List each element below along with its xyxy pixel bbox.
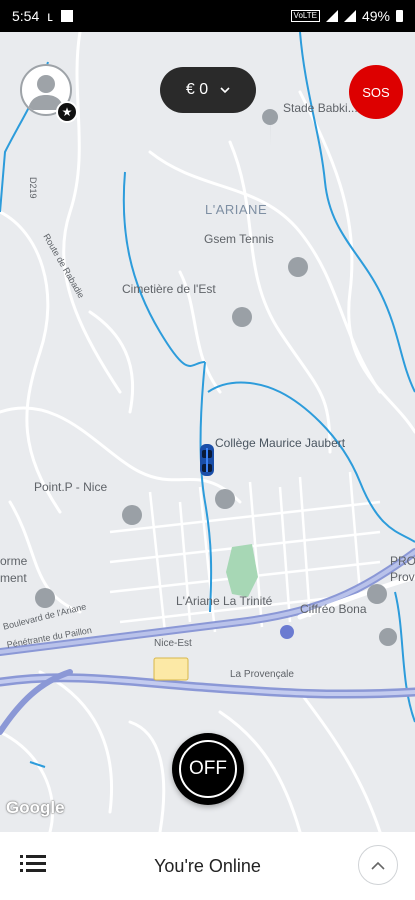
chevron-up-icon (371, 861, 385, 870)
map-label-d219: D219 (28, 177, 38, 199)
earnings-button[interactable]: € 0 (160, 67, 256, 113)
map-label-cimetiere: Cimetière de l'Est (122, 282, 216, 296)
map-view[interactable]: Stade Babki...lube L'ARIANE Gsem Tennis … (0, 32, 415, 832)
status-bar: 5:54 ʟ VoLTE 49% (0, 0, 415, 32)
sos-button[interactable]: SOS (349, 65, 403, 119)
map-label-prov2: Prov (390, 570, 415, 584)
chevron-down-icon (220, 87, 230, 94)
map-canvas (0, 32, 415, 832)
bottom-status-bar: You're Online (0, 832, 415, 900)
notification-icon: ʟ (47, 8, 53, 24)
app-notification-icon (60, 10, 73, 22)
map-label-provencale: La Provençale (230, 669, 294, 680)
expand-panel-button[interactable] (358, 845, 398, 885)
map-label-nice-est: Nice-Est (154, 638, 192, 649)
list-menu-icon[interactable] (20, 855, 46, 873)
off-label: OFF (189, 758, 227, 779)
map-label-orme: orme (0, 554, 28, 568)
map-label-college: Collège Maurice Jaubert (215, 436, 346, 450)
map-label-ciffreo: Ciffréo Bona (300, 602, 367, 616)
signal-icon (325, 10, 338, 22)
map-label-pointp: Point.P - Nice (34, 480, 108, 494)
battery-icon (396, 10, 403, 22)
earnings-amount: € 0 (185, 81, 209, 98)
google-logo: Google (6, 798, 65, 817)
star-rating-icon: ★ (56, 101, 78, 123)
battery-percent: 49% (361, 8, 390, 24)
online-status-text: You're Online (154, 855, 261, 876)
off-toggle-ring: OFF (179, 740, 237, 798)
go-offline-button[interactable]: OFF (172, 733, 244, 805)
map-label-gsem: Gsem Tennis (204, 232, 274, 246)
signal-icon-2 (343, 10, 356, 22)
volte-icon: VoLTE (290, 10, 320, 22)
map-label-ment: ment (0, 571, 27, 585)
map-label-ariane: L'ARIANE (205, 202, 268, 217)
map-label-prov: PROV (390, 554, 415, 568)
clock: 5:54 (12, 8, 40, 24)
map-label-ariane-trinite: L'Ariane La Trinité (176, 594, 273, 608)
sos-label: SOS (362, 84, 390, 100)
